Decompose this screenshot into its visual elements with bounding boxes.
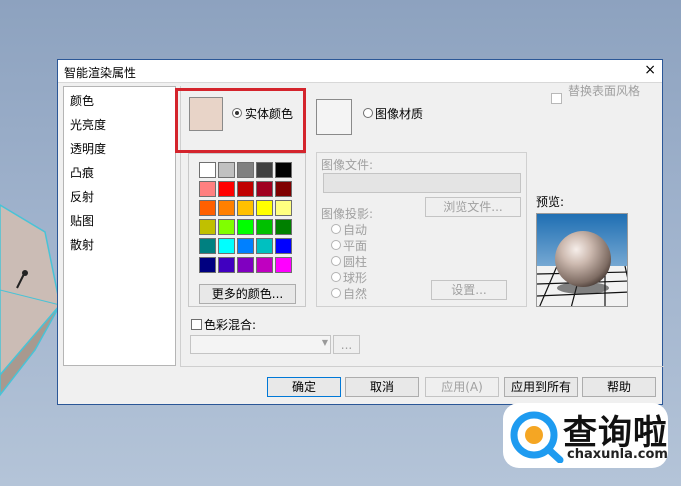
palette-color-cell[interactable]: [275, 238, 292, 254]
projection-natural-radio[interactable]: [331, 288, 341, 298]
projection-cylinder-label: 圆柱: [343, 255, 368, 269]
property-category-list: 颜色 光亮度 透明度 凸痕 反射 贴图 散射: [63, 86, 176, 366]
palette-color-cell[interactable]: [199, 219, 216, 235]
image-material-swatch[interactable]: [316, 99, 352, 135]
sidebar-item-scatter[interactable]: 散射: [70, 236, 94, 253]
sidebar-item-bump[interactable]: 凸痕: [70, 164, 94, 181]
preview-sphere-image: [537, 214, 627, 306]
search-logo-icon: [510, 411, 564, 463]
projection-settings-button[interactable]: 设置...: [431, 280, 507, 300]
watermark: 查询啦 chaxunla.com: [503, 403, 668, 468]
palette-color-cell[interactable]: [256, 181, 273, 197]
ok-button[interactable]: 确定: [267, 377, 341, 397]
watermark-url: chaxunla.com: [567, 447, 668, 462]
palette-color-cell[interactable]: [275, 181, 292, 197]
palette-color-cell[interactable]: [275, 257, 292, 273]
image-file-input[interactable]: [323, 173, 521, 193]
replace-surface-style-label: 替换表面风格: [568, 84, 641, 98]
color-blend-checkbox[interactable]: [191, 319, 202, 330]
image-material-label: 图像材质: [375, 107, 424, 121]
palette-color-cell[interactable]: [218, 181, 235, 197]
dialog-titlebar: 智能渲染属性 ×: [58, 60, 662, 83]
smart-render-properties-dialog: 智能渲染属性 × 颜色 光亮度 透明度 凸痕 反射 贴图 散射 实体颜色 图像材…: [57, 59, 664, 405]
sidebar-item-color[interactable]: 颜色: [70, 92, 94, 109]
palette-color-cell[interactable]: [256, 162, 273, 178]
more-colors-button[interactable]: 更多的颜色...: [199, 284, 296, 304]
palette-color-cell[interactable]: [237, 200, 254, 216]
projection-plane-label: 平面: [343, 239, 368, 253]
highlight-box: [175, 88, 306, 153]
palette-color-cell[interactable]: [237, 219, 254, 235]
projection-sphere-radio[interactable]: [331, 272, 341, 282]
color-blend-label: 色彩混合:: [204, 318, 257, 332]
image-material-radio[interactable]: [363, 108, 373, 118]
apply-button[interactable]: 应用(A): [425, 377, 499, 397]
palette-color-cell[interactable]: [237, 162, 254, 178]
blend-options-button[interactable]: ...: [333, 335, 360, 354]
image-file-label: 图像文件:: [321, 158, 374, 172]
close-icon[interactable]: ×: [644, 62, 656, 78]
sidebar-item-glossiness[interactable]: 光亮度: [70, 116, 106, 133]
cancel-button[interactable]: 取消: [345, 377, 419, 397]
sidebar-item-texture[interactable]: 贴图: [70, 212, 94, 229]
chevron-down-icon[interactable]: ▼: [322, 338, 328, 347]
palette-color-cell[interactable]: [256, 238, 273, 254]
color-blend-select[interactable]: ▼: [190, 335, 331, 354]
palette-color-cell[interactable]: [218, 257, 235, 273]
material-preview: [536, 213, 628, 307]
sidebar-item-reflection[interactable]: 反射: [70, 188, 94, 205]
apply-to-all-button[interactable]: 应用到所有: [504, 377, 578, 397]
sidebar-item-transparency[interactable]: 透明度: [70, 140, 106, 157]
palette-color-cell[interactable]: [199, 181, 216, 197]
palette-color-cell[interactable]: [199, 238, 216, 254]
projection-plane-radio[interactable]: [331, 240, 341, 250]
palette-color-cell[interactable]: [275, 162, 292, 178]
palette-color-cell[interactable]: [256, 219, 273, 235]
palette-color-cell[interactable]: [275, 219, 292, 235]
dialog-title: 智能渲染属性: [64, 66, 137, 80]
palette-color-cell[interactable]: [237, 238, 254, 254]
palette-color-cell[interactable]: [199, 257, 216, 273]
projection-auto-radio[interactable]: [331, 224, 341, 234]
palette-color-cell[interactable]: [275, 200, 292, 216]
palette-color-cell[interactable]: [256, 257, 273, 273]
palette-color-cell[interactable]: [218, 219, 235, 235]
palette-color-cell[interactable]: [218, 162, 235, 178]
palette-color-cell[interactable]: [237, 181, 254, 197]
palette-color-cell[interactable]: [256, 200, 273, 216]
projection-natural-label: 自然: [343, 287, 368, 301]
palette-color-cell[interactable]: [218, 200, 235, 216]
footer-divider: [180, 366, 664, 367]
projection-auto-label: 自动: [343, 223, 368, 237]
palette-color-cell[interactable]: [218, 238, 235, 254]
preview-label: 预览:: [536, 195, 565, 209]
projection-sphere-label: 球形: [343, 271, 368, 285]
help-button[interactable]: 帮助: [582, 377, 656, 397]
replace-surface-style-checkbox[interactable]: [551, 93, 562, 104]
browse-file-button[interactable]: 浏览文件...: [425, 197, 521, 217]
image-projection-label: 图像投影:: [321, 207, 374, 221]
projection-cylinder-radio[interactable]: [331, 256, 341, 266]
color-palette-group: 更多的颜色...: [188, 153, 306, 307]
palette-color-cell[interactable]: [199, 162, 216, 178]
palette-color-cell[interactable]: [199, 200, 216, 216]
palette-color-cell[interactable]: [237, 257, 254, 273]
